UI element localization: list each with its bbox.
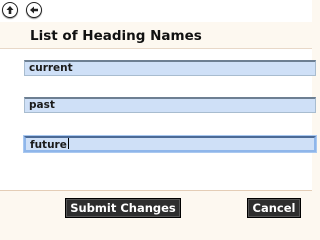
arrow-left-icon[interactable] [26,2,42,18]
arrow-up-icon[interactable] [2,2,18,18]
toolbar [0,0,312,22]
heading-name-field-2[interactable]: past [24,97,316,113]
page-title: List of Heading Names [30,28,202,44]
heading-names-panel: current past future [0,48,316,191]
submit-changes-button[interactable]: Submit Changes [65,198,181,218]
heading-name-value: current [29,62,73,74]
footer: Submit Changes Cancel [0,190,312,225]
heading-name-field-1[interactable]: current [24,60,316,76]
text-caret [67,138,69,149]
heading-name-value: future [30,139,67,151]
heading-name-field-3[interactable]: future [24,136,316,152]
heading-name-value: past [29,99,55,111]
cancel-button[interactable]: Cancel [247,198,301,218]
heading-bar: List of Heading Names [0,27,312,49]
